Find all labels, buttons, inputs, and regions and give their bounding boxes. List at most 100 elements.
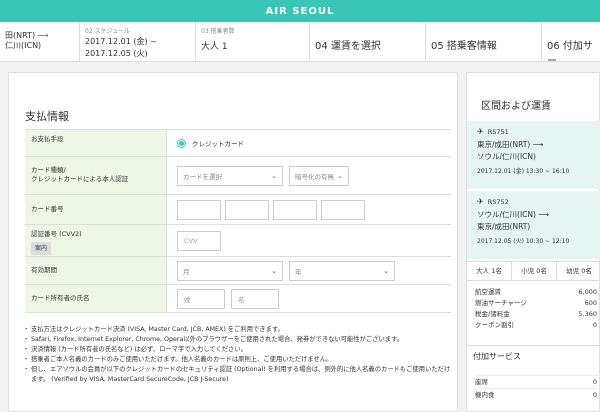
card-type-label: カード種類/ クレジットカードによる本人認証 [25,157,167,194]
plane-takeoff-icon: ✈ [477,127,484,136]
row-holder: カード所有者の氏名 姓 名 [25,285,451,313]
cvv-guide-button[interactable]: 案内 [31,242,52,255]
fee-label: クーポン割引 [475,321,514,329]
child-count: 小児 0名 [512,262,557,280]
note-item: Safari, Firefox, Internet Explorer, Chro… [23,335,451,345]
fee-list: 航空運賃 6,000 燃油サーチャージ 600 税金/諸料金 5,360 クーポン割引… [475,287,600,331]
step-pax-info[interactable]: 05 搭乗客情報 [426,22,542,61]
auth-select-value: 暗号化の有無 [295,172,334,181]
service-label: 機内食 [475,391,495,399]
card-number-label: カード番号 [25,195,167,224]
fare-summary-panel: 区間および運賃 ✈ RS751 東京/成田(NRT) ⟶ ソウル/仁川(ICN) … [466,72,600,412]
flight-return: ✈ RS752 ソウル/仁川(ICN) ⟶ 東京/成田(NRT) 2017.12.… [467,191,600,259]
schedule-depart: 2017.12.01 (金) ~ [85,37,157,46]
row-method: お支払手段 クレジットカード [25,130,451,157]
month-select-value: 月 [183,267,190,276]
payment-form: お支払手段 クレジットカード カード種類/ クレジットカードによる本人認証 カー… [25,129,451,313]
holder-label: カード所有者の氏名 [25,285,167,312]
step-passengers-label: 03 搭乗者数 [201,28,235,35]
infant-count: 幼児 0名 [566,267,592,275]
expiry-label: 有効期間 [25,257,167,284]
step-fare[interactable]: 04 運賃を選択 [310,22,426,61]
year-select-value: 年 [295,267,302,276]
chevron-down-icon: ⌄ [271,171,277,180]
flight-to: ソウル/仁川(ICN) [477,152,536,161]
fee-label: 税金/諸料金 [475,310,510,318]
service-row: 機内食 0 [475,388,600,401]
step-schedule[interactable]: 02 スケジュール 2017.12.01 (金) ~ 2017.12.05 (火… [80,22,196,61]
flight-from: ソウル/仁川(ICN) [477,210,536,219]
schedule-return: 2017.12.05 (火) [85,49,148,58]
note-item: 決済情報 (カード所有者の氏名など) は必ず、ローマ字で入力してください。 [23,345,451,355]
expiry-year-select[interactable]: 年 ⌄ [289,260,395,281]
row-card-type: カード種類/ クレジットカードによる本人認証 カードを選択 ⌄ 暗号化の有無 ⌄ [25,157,451,195]
step-options-label: 06 付加サー [547,41,593,67]
service-value: 0 [592,378,597,386]
chevron-down-icon: ⌄ [271,266,277,275]
roundtrip-arrow-icon: ⟶ [37,31,49,40]
service-label: 座席 [475,378,488,386]
note-item: 支払方法はクレジットカード決済 (VISA, Master Card, JCB,… [23,325,451,335]
fee-row: 燃油サーチャージ 600 [475,298,600,309]
step-pax-info-label: 05 搭乗客情報 [431,41,497,52]
card-select-value: カードを選択 [183,172,222,181]
note-item: 但し、エアソウルの会員が以下のクレジットカードのセキュリティ認証 (Option… [23,365,451,385]
passenger-summary: 大人 1名 小児 0名 幼児 0名 [467,261,600,281]
step-route[interactable]: 田(NRT) ⟶ 仁川(ICN) [0,22,80,61]
booking-steps: 田(NRT) ⟶ 仁川(ICN) 02 スケジュール 2017.12.01 (金)… [0,22,600,67]
step-passengers[interactable]: 03 搭乗者数 大人 1 [196,22,310,61]
fee-row: 航空運賃 6,000 [475,287,600,298]
note-item: 搭乗者ご本人名義のカードのみご使用いただけます。他人名義のカードは原則上、ご使用… [23,355,451,365]
row-expiry: 有効期間 月 ⌄ 年 ⌄ [25,257,451,285]
method-label: お支払手段 [25,130,167,156]
route-destination: 仁川(ICN) [5,41,42,50]
card-number-part-3[interactable] [273,199,317,220]
passenger-count: 大人 1 [201,42,228,52]
auth-select[interactable]: 暗号化の有無 ⌄ [289,165,349,186]
fee-value: 0 [592,321,597,329]
fee-value: 6,000 [578,288,597,296]
fee-label: 燃油サーチャージ [475,299,527,307]
flight-time: 2017.12.01 (金) 13:30 ~ 16:10 [477,168,570,175]
chevron-down-icon: ⌄ [383,266,389,275]
fee-value: 600 [584,299,597,307]
service-value: 0 [592,391,597,399]
row-cvv: 認証番号 (CVV2) 案内 CVV [25,225,451,257]
fee-value: 5,360 [578,310,597,318]
step-fare-label: 04 運賃を選択 [315,41,381,52]
card-number-part-4[interactable] [321,199,365,220]
fee-row: クーポン割引 0 [475,320,600,331]
payment-title: 支払情報 [25,110,69,123]
step-options[interactable]: 06 付加サー [542,22,600,67]
flight-outbound: ✈ RS751 東京/成田(NRT) ⟶ ソウル/仁川(ICN) 2017.12.… [467,121,600,189]
credit-card-radio[interactable] [177,138,186,148]
credit-card-radio-label: クレジットカード [192,140,244,148]
flight-number: RS751 [487,127,509,136]
card-number-part-1[interactable] [177,199,221,220]
flight-from: 東京/成田(NRT) [477,140,531,149]
expiry-month-select[interactable]: 月 ⌄ [177,260,283,281]
arrow-right-icon: ⟶ [532,140,544,149]
chevron-down-icon: ⌄ [337,171,343,180]
services-list: 座席 0 機内食 0 [475,375,600,401]
row-card-number: カード番号 [25,195,451,225]
card-number-part-2[interactable] [225,199,269,220]
payment-notes: 支払方法はクレジットカード決済 (VISA, Master Card, JCB,… [23,325,451,385]
flight-number: RS752 [487,197,509,206]
cvv-label: 認証番号 (CVV2) [31,230,82,238]
plane-landing-icon: ✈ [477,197,484,206]
first-name-input[interactable]: 名 [231,288,279,309]
fee-row: 税金/諸料金 5,360 [475,309,600,320]
card-select[interactable]: カードを選択 ⌄ [177,165,283,186]
route-origin: 田(NRT) [5,31,36,40]
flight-time: 2017.12.05 (火) 10:30 ~ 12:10 [477,238,570,245]
top-bar: AIR SEOUL [0,0,600,22]
last-name-input[interactable]: 姓 [177,288,225,309]
brand-logo[interactable]: AIR SEOUL [266,6,335,17]
summary-title: 区間および運賃 [481,101,551,112]
cvv-input[interactable]: CVV [177,230,221,251]
arrow-right-icon: ⟶ [538,210,550,219]
services-title: 付加サービス [467,345,600,367]
step-schedule-label: 02 スケジュール [85,28,131,35]
flight-to: 東京/成田(NRT) [477,222,531,231]
